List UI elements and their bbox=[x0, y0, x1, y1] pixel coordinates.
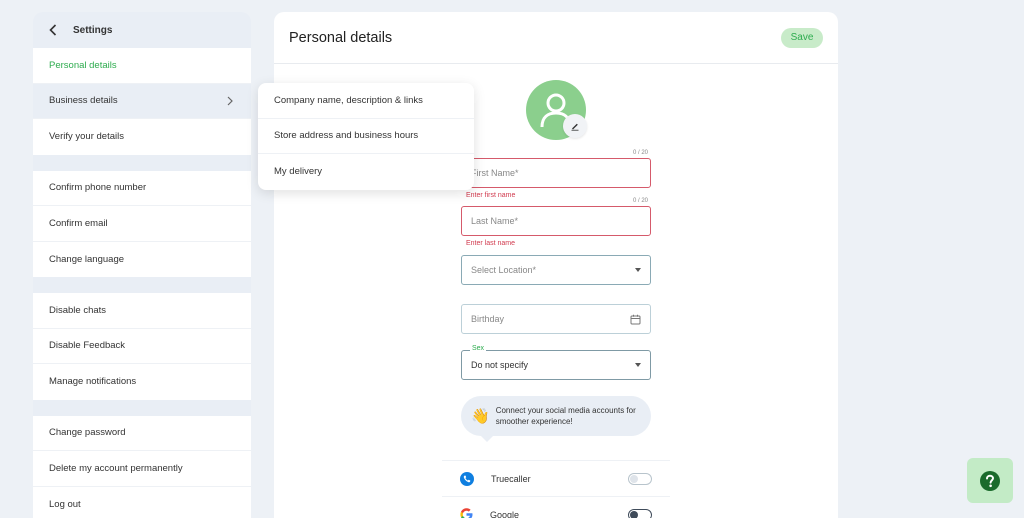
sidebar-item-verify-details[interactable]: Verify your details bbox=[33, 119, 251, 155]
sidebar-header: Settings bbox=[33, 12, 251, 48]
sidebar-item-disable-feedback[interactable]: Disable Feedback bbox=[33, 329, 251, 364]
location-select[interactable]: Select Location* bbox=[461, 255, 651, 285]
birthday-placeholder: Birthday bbox=[471, 314, 505, 324]
back-arrow-icon[interactable] bbox=[49, 23, 63, 37]
chevron-right-icon bbox=[227, 96, 235, 106]
sidebar-group-preferences: Disable chats Disable Feedback Manage no… bbox=[33, 293, 251, 400]
sidebar-item-label: Disable chats bbox=[49, 304, 107, 316]
sidebar-item-label: Disable Feedback bbox=[49, 340, 126, 352]
first-name-placeholder: First Name* bbox=[471, 168, 519, 178]
last-name-placeholder: Last Name* bbox=[471, 216, 519, 226]
sidebar-item-change-password[interactable]: Change password bbox=[33, 416, 251, 451]
sidebar-item-confirm-email[interactable]: Confirm email bbox=[33, 206, 251, 242]
edit-photo-button[interactable] bbox=[563, 114, 587, 138]
sidebar-item-delete-account[interactable]: Delete my account permanently bbox=[33, 451, 251, 487]
sidebar-item-label: Confirm phone number bbox=[49, 182, 147, 194]
sidebar-group-profile: Personal details Business details Verify… bbox=[33, 48, 251, 155]
business-details-submenu: Company name, description & links Store … bbox=[258, 83, 474, 190]
save-button[interactable]: Save bbox=[781, 27, 823, 48]
social-row-truecaller: Truecaller bbox=[442, 460, 670, 496]
submenu-item-my-delivery[interactable]: My delivery bbox=[258, 154, 474, 190]
truecaller-icon bbox=[460, 471, 474, 486]
google-icon bbox=[460, 508, 473, 518]
caret-down-icon bbox=[635, 363, 641, 367]
sidebar-title: Settings bbox=[73, 24, 113, 36]
sex-label: Sex bbox=[470, 345, 487, 352]
birthday-field[interactable]: Birthday bbox=[461, 304, 651, 334]
social-connect-prompt: 👋 Connect your social media accounts for… bbox=[461, 396, 651, 442]
sidebar-item-label: Manage notifications bbox=[49, 376, 137, 388]
sidebar-item-label: Change password bbox=[49, 427, 126, 439]
sidebar-group-contact: Confirm phone number Confirm email Chang… bbox=[33, 170, 251, 278]
sidebar-item-disable-chats[interactable]: Disable chats bbox=[33, 293, 251, 329]
sidebar-item-label: Log out bbox=[49, 498, 81, 510]
sidebar-item-label: Business details bbox=[49, 95, 118, 107]
page-title: Personal details bbox=[289, 29, 393, 46]
submenu-item-store-address[interactable]: Store address and business hours bbox=[258, 119, 474, 154]
last-name-counter: 0 / 20 bbox=[633, 198, 649, 204]
truecaller-toggle[interactable] bbox=[628, 472, 652, 485]
sidebar-item-confirm-phone[interactable]: Confirm phone number bbox=[33, 171, 251, 206]
submenu-item-label: Company name, description & links bbox=[274, 94, 423, 106]
sidebar-item-label: Delete my account permanently bbox=[49, 462, 183, 474]
social-prompt-text: Connect your social media accounts for s… bbox=[495, 406, 636, 426]
sidebar-item-business-details[interactable]: Business details bbox=[33, 83, 251, 119]
submenu-item-label: Store address and business hours bbox=[274, 130, 419, 142]
google-label: Google bbox=[490, 509, 520, 518]
truecaller-label: Truecaller bbox=[491, 473, 531, 484]
submenu-item-label: My delivery bbox=[274, 166, 323, 178]
calendar-icon bbox=[630, 314, 641, 324]
pencil-icon bbox=[571, 123, 579, 131]
sidebar-item-label: Change language bbox=[49, 253, 125, 265]
submenu-item-company-info[interactable]: Company name, description & links bbox=[258, 83, 474, 119]
sidebar-item-label: Confirm email bbox=[49, 217, 108, 229]
sidebar-item-manage-notifications[interactable]: Manage notifications bbox=[33, 364, 251, 400]
question-icon bbox=[980, 470, 1000, 491]
caret-down-icon bbox=[635, 268, 641, 272]
sex-value: Do not specify bbox=[471, 360, 529, 370]
settings-sidebar: Settings Personal details Business detai… bbox=[33, 12, 251, 518]
waving-hand-icon: 👋 bbox=[471, 408, 490, 425]
sidebar-item-label: Personal details bbox=[49, 59, 117, 71]
social-row-google: Google bbox=[442, 496, 670, 518]
sidebar-item-change-language[interactable]: Change language bbox=[33, 242, 251, 278]
sidebar-item-personal-details[interactable]: Personal details bbox=[33, 48, 251, 84]
last-name-field[interactable]: Last Name* bbox=[461, 206, 651, 236]
first-name-field[interactable]: First Name* bbox=[461, 158, 651, 188]
location-placeholder: Select Location* bbox=[471, 265, 537, 275]
panel-header: Personal details Save bbox=[274, 12, 838, 64]
google-toggle[interactable] bbox=[628, 508, 652, 518]
last-name-error: Enter last name bbox=[466, 240, 516, 247]
sidebar-group-account: Change password Delete my account perman… bbox=[33, 415, 251, 518]
sex-select[interactable]: Do not specify bbox=[461, 350, 651, 380]
sidebar-item-log-out[interactable]: Log out bbox=[33, 487, 251, 518]
first-name-counter: 0 / 20 bbox=[633, 150, 649, 156]
first-name-error: Enter first name bbox=[466, 192, 516, 199]
help-button[interactable] bbox=[967, 458, 1013, 503]
sidebar-item-label: Verify your details bbox=[49, 131, 124, 143]
